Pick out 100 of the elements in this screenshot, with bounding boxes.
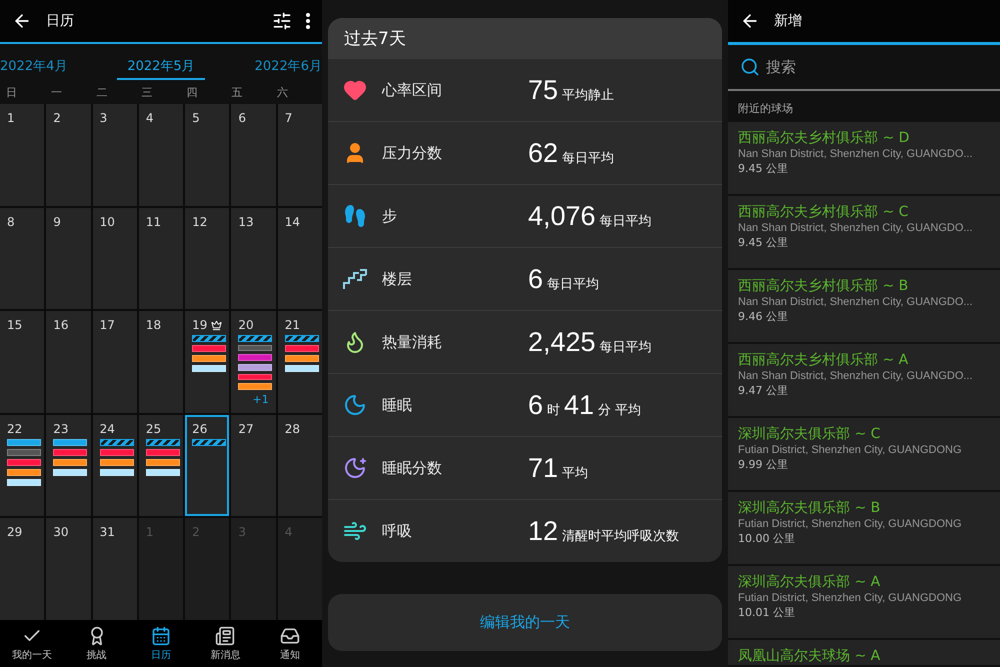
- nav-tab[interactable]: 日历: [128, 620, 194, 667]
- nav-tab[interactable]: 新消息: [193, 620, 258, 667]
- day-cell[interactable]: 13: [231, 208, 276, 310]
- day-cell[interactable]: 7: [278, 104, 322, 206]
- day-cell[interactable]: 2: [46, 104, 91, 206]
- metric-label: 步: [382, 206, 398, 226]
- metric-label: 热量消耗: [382, 332, 443, 352]
- day-cell[interactable]: 15: [0, 311, 44, 413]
- metric-label: 呼吸: [382, 522, 413, 540]
- day-cell[interactable]: 20 +1: [231, 311, 276, 413]
- card-title: 过去7天: [328, 18, 722, 58]
- day-number: 12: [192, 214, 208, 229]
- day-number: 25: [146, 422, 162, 436]
- day-cell[interactable]: 10: [92, 208, 137, 310]
- more-button[interactable]: [306, 13, 310, 29]
- edit-button[interactable]: 编辑我的一天: [328, 594, 722, 651]
- course-list-item[interactable]: 西丽高尔夫乡村俱乐部 ~ C Nan Shan District, Shenzhen City, GUANGDO... 9.45 公里: [728, 196, 1000, 270]
- nav-tab[interactable]: 通知: [258, 620, 322, 667]
- course-name: 西丽高尔夫乡村俱乐部 ~ C: [738, 203, 910, 221]
- day-cell[interactable]: 16: [46, 311, 91, 413]
- day-number: 13: [238, 214, 254, 229]
- course-address: Futian District, Shenzhen City, GUANGDONG: [738, 444, 962, 456]
- day-cell[interactable]: 28: [278, 414, 322, 516]
- day-cell[interactable]: 11: [138, 208, 184, 310]
- day-cell[interactable]: 17: [92, 311, 137, 413]
- heart-icon: [343, 78, 367, 102]
- course-distance: 9.46 公里: [738, 309, 789, 324]
- course-name: 凤凰山高尔夫球场 ~ A: [738, 647, 882, 665]
- day-cell[interactable]: 5: [185, 104, 230, 206]
- day-number: 10: [100, 214, 115, 229]
- day-cell[interactable]: 9: [46, 208, 91, 310]
- day-cell[interactable]: 23: [46, 414, 91, 516]
- metric-unit: 每日平均: [600, 212, 652, 230]
- metric-unit: 平均: [562, 464, 588, 482]
- course-list-item[interactable]: 深圳高尔夫俱乐部 ~ C Futian District, Shenzhen City, GUANGDONG 9.99 公里: [728, 418, 1000, 492]
- weekday-label: 四: [186, 84, 199, 100]
- day-cell[interactable]: 14: [278, 208, 322, 310]
- search-icon: [740, 57, 760, 77]
- filter-button[interactable]: [272, 11, 292, 31]
- course-name: 西丽高尔夫乡村俱乐部 ~ A: [738, 351, 910, 369]
- day-number: 7: [284, 111, 292, 125]
- day-cell[interactable]: 12: [185, 208, 230, 310]
- day-cell[interactable]: 24: [92, 414, 137, 516]
- day-cell[interactable]: 1: [0, 104, 44, 206]
- course-address: Nan Shan District, Shenzhen City, GUANGDO...: [738, 222, 973, 234]
- course-list-item[interactable]: 凤凰山高尔夫球场 ~ A: [728, 640, 1000, 667]
- metric-label: 心率区间: [382, 80, 443, 100]
- course-list-item[interactable]: 西丽高尔夫乡村俱乐部 ~ D Nan Shan District, Shenzhen City, GUANGDO... 9.45 公里: [728, 122, 1000, 196]
- day-cell[interactable]: 25: [138, 414, 184, 516]
- day-number: 19: [192, 318, 208, 332]
- weekday-label: 五: [232, 84, 244, 100]
- course-list-item[interactable]: 西丽高尔夫乡村俱乐部 ~ A Nan Shan District, Shenzhen City, GUANGDO... 9.47 公里: [728, 344, 1000, 418]
- day-number: 26: [192, 422, 208, 436]
- metric-unit: 时: [547, 402, 560, 418]
- course-name: 深圳高尔夫俱乐部 ~ A: [738, 573, 882, 591]
- course-list-item[interactable]: 深圳高尔夫俱乐部 ~ A Futian District, Shenzhen City, GUANGDONG 10.01 公里: [728, 566, 1000, 640]
- course-list-item[interactable]: 西丽高尔夫乡村俱乐部 ~ B Nan Shan District, Shenzhen City, GUANGDO... 9.46 公里: [728, 270, 1000, 344]
- day-cell[interactable]: 3: [92, 104, 137, 206]
- month-tab[interactable]: 2022年4月: [0, 53, 78, 80]
- metric-label: 睡眠分数: [382, 458, 443, 478]
- day-cell[interactable]: 30: [46, 518, 91, 620]
- day-cell[interactable]: 29: [0, 518, 44, 620]
- month-tab[interactable]: 2022年6月: [244, 53, 322, 80]
- nav-tab[interactable]: 我的一天: [0, 620, 64, 667]
- nav-tab[interactable]: 挑战: [64, 620, 129, 667]
- day-cell[interactable]: 27: [231, 414, 276, 516]
- striped-event-bar: [192, 438, 226, 446]
- course-distance: 9.45 公里: [738, 161, 789, 176]
- course-name: 深圳高尔夫俱乐部 ~ C: [738, 425, 882, 443]
- day-number: 28: [284, 422, 300, 436]
- day-cell[interactable]: 18: [138, 311, 184, 413]
- course-address: Futian District, Shenzhen City, GUANGDONG: [738, 518, 962, 530]
- course-list-item[interactable]: 深圳高尔夫俱乐部 ~ B Futian District, Shenzhen City, GUANGDONG 10.00 公里: [728, 492, 1000, 566]
- search-field[interactable]: 搜索: [766, 54, 988, 80]
- footprints-icon: [343, 204, 367, 228]
- metric-unit: 每日平均: [562, 150, 614, 166]
- metric-unit: 平均静止: [562, 86, 614, 104]
- day-cell[interactable]: 4: [138, 104, 184, 206]
- more-icon: [306, 13, 310, 29]
- day-number: 27: [238, 422, 254, 436]
- metric-value: 62: [528, 138, 558, 168]
- day-number: 4: [146, 111, 154, 125]
- day-number: 2: [53, 111, 61, 125]
- day-cell[interactable]: 31: [92, 518, 137, 620]
- day-cell[interactable]: 21: [278, 311, 322, 413]
- striped-event-bar: [146, 438, 180, 446]
- metric-unit: 清醒时平均呼吸次数: [562, 528, 680, 544]
- day-cell[interactable]: 22: [0, 414, 44, 516]
- moon-icon: [343, 393, 367, 417]
- day-cell[interactable]: 8: [0, 208, 44, 310]
- course-name: 西丽高尔夫乡村俱乐部 ~ B: [738, 277, 910, 295]
- sliders-icon: [272, 11, 292, 31]
- day-number: 9: [53, 214, 61, 229]
- day-number: 23: [53, 422, 69, 436]
- day-cell[interactable]: 19: [185, 311, 230, 413]
- month-tab[interactable]: 2022年5月: [117, 53, 205, 80]
- day-cell[interactable]: 6: [231, 104, 276, 206]
- day-cell[interactable]: 26: [185, 414, 230, 516]
- weekday-label: 日: [6, 84, 18, 100]
- course-address: Nan Shan District, Shenzhen City, GUANGDO...: [738, 296, 973, 308]
